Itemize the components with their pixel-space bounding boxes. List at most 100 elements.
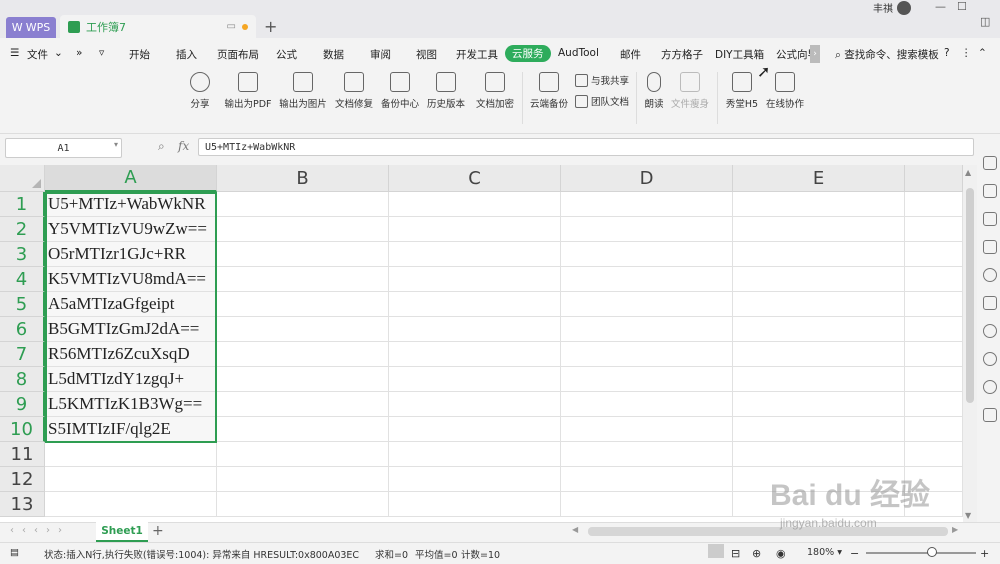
table-cell[interactable]: R56MTIz6ZcuXsqD bbox=[45, 342, 217, 367]
table-cell[interactable] bbox=[389, 467, 561, 492]
history-panel-icon[interactable] bbox=[983, 352, 997, 366]
command-search[interactable]: ⌕ 查找命令、搜索模板 bbox=[835, 47, 939, 62]
table-cell[interactable] bbox=[733, 342, 905, 367]
xiutang-h5-button[interactable]: 秀堂H5 bbox=[722, 72, 762, 112]
table-cell[interactable] bbox=[389, 317, 561, 342]
normal-view-icon[interactable] bbox=[708, 544, 724, 558]
row-header[interactable]: 5 bbox=[0, 292, 45, 317]
share-panel-icon[interactable] bbox=[983, 324, 997, 338]
menu-item-start[interactable]: 开始 bbox=[129, 47, 150, 62]
table-cell[interactable] bbox=[389, 392, 561, 417]
comment-icon[interactable] bbox=[983, 240, 997, 254]
table-cell[interactable]: S5IMTIzIF/qlg2E bbox=[45, 417, 217, 442]
menu-item-diy[interactable]: DIY工具箱 bbox=[715, 47, 764, 62]
menu-item-review[interactable]: 审阅 bbox=[370, 47, 391, 62]
help-icon[interactable]: ? bbox=[944, 47, 950, 59]
table-cell[interactable] bbox=[389, 342, 561, 367]
name-box[interactable]: A1 bbox=[5, 138, 122, 158]
minimize-icon[interactable]: — bbox=[935, 0, 946, 13]
table-cell[interactable] bbox=[561, 192, 733, 217]
table-cell[interactable] bbox=[561, 392, 733, 417]
table-cell[interactable] bbox=[905, 292, 963, 317]
column-header-e[interactable]: E bbox=[733, 165, 905, 192]
table-cell[interactable] bbox=[389, 242, 561, 267]
add-sheet-button[interactable]: + bbox=[152, 523, 164, 539]
table-cell[interactable] bbox=[217, 492, 389, 517]
vertical-scroll-thumb[interactable] bbox=[966, 188, 974, 403]
table-cell[interactable] bbox=[905, 392, 963, 417]
table-cell[interactable] bbox=[905, 217, 963, 242]
table-cell[interactable]: L5dMTIzdY1zgqJ+ bbox=[45, 367, 217, 392]
menu-item-audtool[interactable]: AudTool bbox=[558, 47, 599, 59]
monitor-icon[interactable]: ▭ bbox=[227, 21, 236, 32]
table-cell[interactable]: A5aMTIzaGfgeipt bbox=[45, 292, 217, 317]
more-icon[interactable]: » bbox=[76, 47, 82, 59]
menu-item-page-layout[interactable]: 页面布局 bbox=[217, 47, 259, 62]
maximize-icon[interactable]: ☐ bbox=[957, 0, 967, 13]
table-cell[interactable]: B5GMTIzGmJ2dA== bbox=[45, 317, 217, 342]
formula-input[interactable]: U5+MTIz+WabWkNR bbox=[198, 138, 974, 156]
zoom-slider-knob[interactable] bbox=[927, 547, 937, 557]
table-cell[interactable] bbox=[905, 342, 963, 367]
read-aloud-button[interactable]: 朗读 bbox=[640, 72, 668, 112]
table-cell[interactable] bbox=[389, 217, 561, 242]
page-break-view-icon[interactable]: ⊟ bbox=[731, 547, 740, 560]
table-cell[interactable]: O5rMTIzr1GJc+RR bbox=[45, 242, 217, 267]
table-cell[interactable] bbox=[389, 442, 561, 467]
table-cell[interactable] bbox=[389, 367, 561, 392]
table-cell[interactable] bbox=[561, 467, 733, 492]
table-cell[interactable] bbox=[733, 442, 905, 467]
table-cell[interactable] bbox=[733, 317, 905, 342]
row-header[interactable]: 4 bbox=[0, 267, 45, 292]
cloud-backup-button[interactable]: 云端备份 bbox=[527, 72, 571, 112]
star-icon[interactable] bbox=[983, 268, 997, 282]
column-header-f[interactable] bbox=[905, 165, 963, 192]
menu-item-formulas[interactable]: 公式 bbox=[276, 47, 297, 62]
apps-icon[interactable] bbox=[983, 408, 997, 422]
sheet-tab-sheet1[interactable]: Sheet1 bbox=[96, 522, 148, 542]
scroll-left-icon[interactable]: ◀ bbox=[572, 525, 578, 534]
table-cell[interactable] bbox=[389, 192, 561, 217]
column-header-a[interactable]: A bbox=[45, 165, 217, 192]
table-cell[interactable] bbox=[561, 367, 733, 392]
column-header-d[interactable]: D bbox=[561, 165, 733, 192]
row-header[interactable]: 10 bbox=[0, 417, 45, 442]
table-cell[interactable] bbox=[217, 442, 389, 467]
zoom-out-icon[interactable]: − bbox=[850, 547, 859, 560]
table-cell[interactable] bbox=[905, 192, 963, 217]
table-cell[interactable] bbox=[561, 267, 733, 292]
table-cell[interactable] bbox=[45, 492, 217, 517]
table-cell[interactable] bbox=[45, 467, 217, 492]
new-tab-button[interactable]: + bbox=[264, 17, 277, 36]
menu-item-mail[interactable]: 邮件 bbox=[620, 47, 641, 62]
table-cell[interactable] bbox=[733, 392, 905, 417]
table-cell[interactable] bbox=[217, 192, 389, 217]
table-cell[interactable] bbox=[217, 392, 389, 417]
sheet-nav-icon[interactable]: ‹‹‹›› bbox=[10, 525, 70, 536]
table-cell[interactable] bbox=[45, 442, 217, 467]
table-cell[interactable] bbox=[905, 267, 963, 292]
horizontal-scroll-thumb[interactable] bbox=[588, 527, 948, 536]
table-cell[interactable] bbox=[217, 367, 389, 392]
help-panel-icon[interactable] bbox=[983, 380, 997, 394]
restore-icon[interactable]: ◫ bbox=[980, 15, 990, 28]
file-slim-button[interactable]: 文件瘦身 bbox=[669, 72, 711, 112]
collapse-ribbon-icon[interactable]: ⌃ bbox=[978, 47, 987, 59]
table-cell[interactable] bbox=[561, 242, 733, 267]
column-header-b[interactable]: B bbox=[217, 165, 389, 192]
zoom-search-icon[interactable]: ⌕ bbox=[158, 139, 165, 154]
row-header[interactable]: 13 bbox=[0, 492, 45, 517]
menu-item-view[interactable]: 视图 bbox=[416, 47, 437, 62]
chevron-down-icon[interactable]: ⌄ bbox=[54, 47, 63, 59]
name-box-dropdown-icon[interactable]: ▾ bbox=[114, 140, 118, 149]
table-cell[interactable] bbox=[217, 467, 389, 492]
table-cell[interactable] bbox=[561, 342, 733, 367]
wps-tab[interactable]: W WPS bbox=[6, 17, 56, 38]
table-cell[interactable] bbox=[733, 292, 905, 317]
table-cell[interactable]: U5+MTIz+WabWkNR bbox=[45, 192, 217, 217]
menu-item-fangfang[interactable]: 方方格子 bbox=[661, 47, 703, 62]
document-tab[interactable]: 工作簿7 ▭ bbox=[60, 15, 256, 38]
table-cell[interactable] bbox=[217, 292, 389, 317]
table-cell[interactable] bbox=[733, 242, 905, 267]
table-cell[interactable] bbox=[905, 367, 963, 392]
